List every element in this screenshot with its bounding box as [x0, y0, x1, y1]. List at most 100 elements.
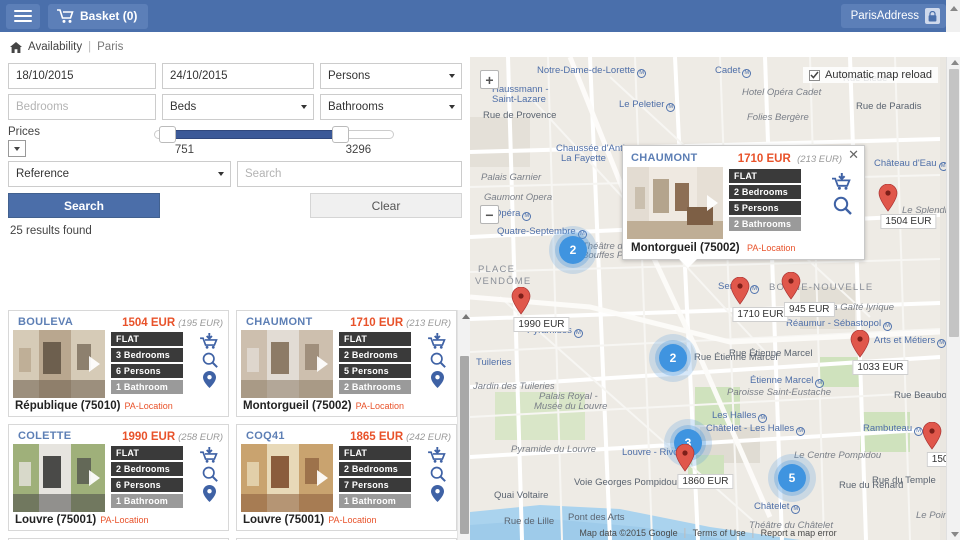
card-tag: 6 Persons — [111, 478, 183, 492]
scroll-down-arrow[interactable] — [951, 532, 959, 537]
map-zoom-in-button[interactable]: + — [480, 70, 499, 89]
add-to-cart-icon[interactable] — [832, 173, 852, 190]
play-icon[interactable] — [89, 356, 100, 372]
map-price-marker[interactable] — [850, 330, 870, 358]
map-price-marker[interactable] — [511, 287, 531, 315]
date-from-input[interactable]: 18/10/2015 — [8, 63, 156, 89]
basket-button[interactable]: Basket (0) — [48, 3, 149, 29]
scroll-up-arrow[interactable] — [462, 314, 470, 319]
map-pin-icon[interactable] — [203, 371, 216, 388]
map-label: Rambuteau M — [863, 423, 924, 436]
map-pin-icon[interactable] — [203, 485, 216, 502]
scrollbar-thumb[interactable] — [460, 356, 469, 534]
price-slider[interactable]: 751 3296 — [74, 125, 462, 159]
card-thumbnail[interactable] — [13, 444, 105, 512]
add-to-cart-icon[interactable] — [428, 333, 447, 349]
form-row-3: Reference Search — [8, 161, 462, 187]
google-map[interactable]: Automatic map reload + − Notre-Dame-de-L… — [470, 57, 946, 540]
reference-select[interactable]: Reference — [8, 161, 232, 187]
play-icon[interactable] — [707, 195, 718, 211]
card-actions — [200, 444, 224, 514]
map-label: Arts et Métiers M — [874, 335, 946, 348]
add-to-cart-icon[interactable] — [200, 447, 219, 463]
search-button[interactable]: Search — [8, 193, 160, 218]
scroll-up-arrow[interactable] — [950, 6, 958, 11]
terms-of-use-link[interactable]: Terms of Use — [686, 528, 754, 538]
account-button[interactable]: ParisAddress — [840, 4, 946, 28]
scroll-up-arrow[interactable] — [951, 60, 959, 65]
result-card[interactable]: COQ41 1865 EUR (242 EUR) FLAT 2 Bedrooms 7 Pe… — [236, 424, 457, 531]
hamburger-menu-icon[interactable] — [6, 3, 40, 29]
magnifier-icon[interactable] — [430, 352, 446, 368]
date-to-value: 24/10/2015 — [170, 70, 228, 82]
price-slider-min-handle[interactable] — [159, 126, 177, 143]
card-price-line: 1710 EUR (213 EUR) — [350, 315, 451, 329]
map-label-text: Rue Étienne Marcel — [694, 352, 778, 363]
automatic-map-reload-toggle[interactable]: Automatic map reload — [803, 67, 938, 83]
result-card[interactable]: BOULEVA 1504 EUR (195 EUR) FLAT 3 Bedrooms 6 … — [8, 310, 229, 417]
map-label: Rue Beaubourg — [894, 390, 946, 401]
magnifier-icon[interactable] — [833, 196, 852, 215]
map-price-marker[interactable] — [675, 444, 695, 472]
persons-select[interactable]: Persons — [320, 63, 462, 89]
beds-select[interactable]: Beds — [162, 94, 314, 120]
map-label: VENDÔME — [475, 276, 531, 287]
magnifier-icon[interactable] — [202, 466, 218, 482]
card-thumbnail[interactable] — [241, 444, 333, 512]
result-card[interactable]: CHAUMONT 1710 EUR (213 EUR) FLAT 2 Bedrooms 5… — [236, 310, 457, 417]
play-icon[interactable] — [317, 356, 328, 372]
report-map-error-link[interactable]: Report a map error — [754, 528, 844, 538]
card-tag: FLAT — [339, 446, 411, 460]
map-label: Paroisse Saint-Eustache — [727, 387, 831, 398]
close-icon[interactable]: ✕ — [848, 148, 859, 161]
map-pin-icon[interactable] — [431, 371, 444, 388]
map-panel-scrollbar[interactable] — [946, 57, 960, 540]
card-thumbnail[interactable] — [13, 330, 105, 398]
results-scrollbar[interactable] — [457, 310, 470, 540]
bathrooms-select[interactable]: Bathrooms — [320, 94, 462, 120]
popup-thumbnail[interactable] — [627, 167, 723, 239]
reference-value: Reference — [16, 168, 70, 180]
play-icon[interactable] — [89, 470, 100, 486]
search-input[interactable]: Search — [237, 161, 462, 187]
page-scrollbar[interactable] — [946, 0, 960, 32]
checkbox-checked-icon[interactable] — [809, 69, 820, 81]
map-label-text: Rue de Lille — [504, 516, 555, 527]
card-body: FLAT 3 Bedrooms 6 Persons 1 Bathroom — [13, 330, 224, 400]
map-cluster-marker[interactable]: 2 — [649, 334, 697, 382]
add-to-cart-icon[interactable] — [200, 333, 219, 349]
map-label-text: Arts et Métiers — [874, 335, 936, 346]
map-label-text: Palais Garnier — [481, 172, 542, 183]
magnifier-icon[interactable] — [202, 352, 218, 368]
map-pin-icon[interactable] — [431, 485, 444, 502]
scrollbar-thumb[interactable] — [949, 69, 959, 337]
breadcrumb-root[interactable]: Availability — [28, 41, 82, 53]
result-card[interactable]: COLETTE 1990 EUR (258 EUR) FLAT 2 Bedrooms 6 … — [8, 424, 229, 531]
card-footer: République (75010) PA-Location — [15, 398, 173, 412]
map-price-marker[interactable] — [781, 272, 801, 300]
price-expand-toggle[interactable] — [8, 140, 26, 157]
clear-button[interactable]: Clear — [310, 193, 462, 218]
add-to-cart-icon[interactable] — [428, 447, 447, 463]
map-cluster-marker[interactable]: 2 — [549, 226, 597, 274]
play-icon[interactable] — [317, 470, 328, 486]
magnifier-icon[interactable] — [430, 466, 446, 482]
card-tag: 2 Bedrooms — [111, 462, 183, 476]
map-price-marker[interactable] — [922, 422, 942, 450]
form-row-2: Bedrooms Beds Bathrooms — [8, 94, 462, 120]
map-price-marker[interactable] — [878, 184, 898, 212]
card-reference: CHAUMONT — [246, 316, 313, 328]
metro-icon: M — [666, 103, 676, 112]
card-thumbnail[interactable] — [241, 330, 333, 398]
card-tag: 2 Bedrooms — [339, 348, 411, 362]
map-price-label: 1033 EUR — [852, 360, 909, 375]
metro-icon: M — [750, 285, 760, 294]
map-cluster-marker[interactable]: 5 — [768, 454, 816, 502]
map-label: Hotel Opéra Cadet — [742, 87, 821, 98]
bedrooms-input[interactable]: Bedrooms — [8, 94, 156, 120]
price-slider-max-handle[interactable] — [332, 126, 350, 143]
map-price-marker[interactable] — [730, 277, 750, 305]
popup-location: Montorgueil (75002) — [631, 242, 740, 254]
date-to-input[interactable]: 24/10/2015 — [162, 63, 314, 89]
map-zoom-out-button[interactable]: − — [480, 205, 499, 224]
